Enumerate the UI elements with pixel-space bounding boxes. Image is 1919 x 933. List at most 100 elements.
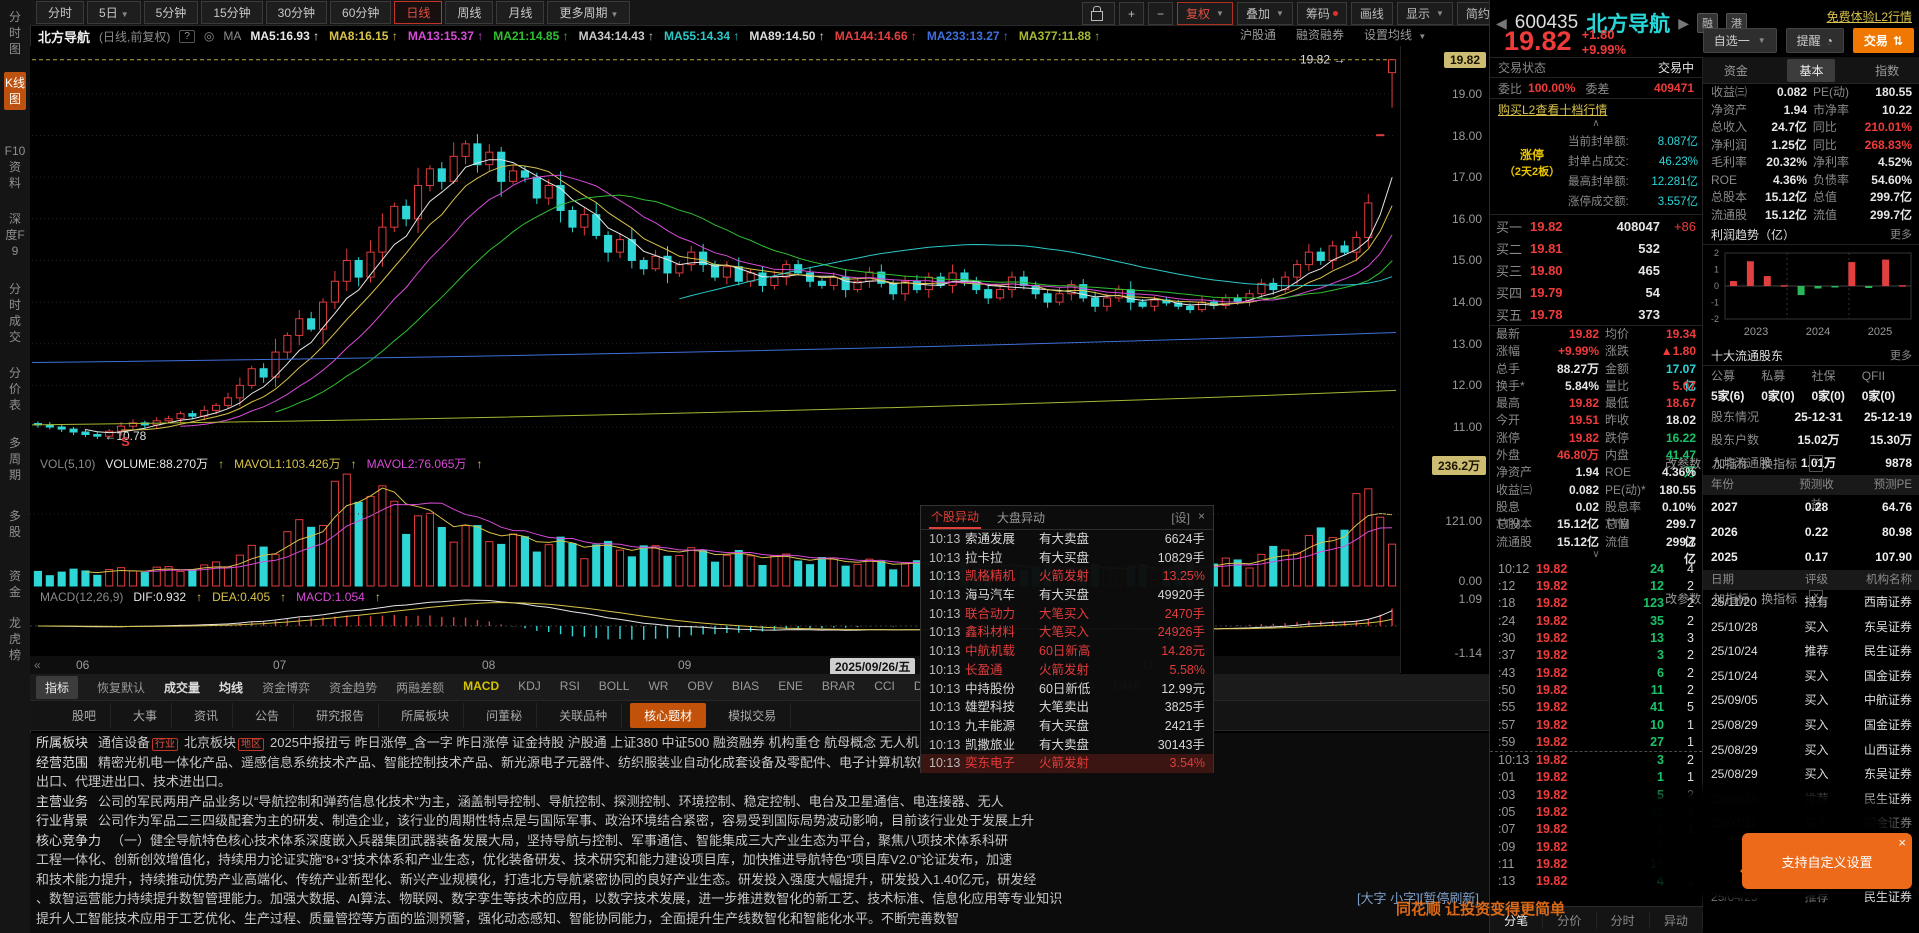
info-tab[interactable]: 核心题材: [630, 703, 707, 728]
tick-tab[interactable]: 分时: [1597, 911, 1650, 929]
indicator-tab[interactable]: MACD: [463, 679, 499, 696]
indicator-tab[interactable]: BRAR: [822, 679, 855, 696]
more-link[interactable]: 更多: [1890, 347, 1912, 363]
l2-trial-link[interactable]: 免费体验L2行情: [1827, 8, 1912, 25]
fundamental-tab[interactable]: 指数: [1863, 59, 1911, 82]
period-button[interactable]: 日线: [394, 1, 443, 24]
link-set-ma[interactable]: 设置均线 ▼: [1364, 26, 1426, 43]
info-tab[interactable]: 资讯: [180, 703, 234, 728]
f10-board[interactable]: 通信设备: [98, 735, 150, 750]
order-book-row[interactable]: 买二 19.81 532: [1490, 237, 1702, 259]
info-tab[interactable]: 问董秘: [472, 703, 538, 728]
info-tab[interactable]: 模拟交易: [714, 703, 792, 728]
tab-market-alerts[interactable]: 大盘异动: [995, 507, 1047, 528]
period-button[interactable]: 60分钟: [330, 1, 392, 24]
chart-tool-button[interactable]: +: [1119, 2, 1145, 25]
close-icon[interactable]: ×: [1809, 590, 1823, 607]
alert-row[interactable]: 10:13 凯撒旅业 有大卖盘 30143手: [921, 736, 1213, 755]
help-icon[interactable]: ?: [179, 29, 195, 43]
sidebar-item[interactable]: 分时成交: [4, 278, 26, 348]
order-book-row[interactable]: 买五 19.78 373: [1490, 303, 1702, 325]
add-indicator-button[interactable]: 加指标: [1713, 455, 1749, 472]
more-link[interactable]: 更多: [1890, 226, 1912, 242]
info-tab[interactable]: 大事: [119, 703, 173, 728]
alert-row[interactable]: 10:13 凯格精机 火箭发射 13.25%: [921, 567, 1213, 586]
f10-board[interactable]: 北京板块: [184, 735, 236, 750]
trade-button[interactable]: 交易 ⇅: [1852, 28, 1914, 53]
chart-tool-button[interactable]: −: [1148, 2, 1174, 25]
alert-row[interactable]: 10:13 联合动力 大笔买入 2470手: [921, 605, 1213, 624]
tab-stock-alerts[interactable]: 个股异动: [929, 506, 982, 529]
alert-row[interactable]: 10:13 索通发展 有大卖盘 6624手: [921, 530, 1213, 549]
next-stock-icon[interactable]: ▶: [1678, 15, 1689, 32]
period-button[interactable]: 15分钟: [201, 1, 263, 24]
buy-l2-link[interactable]: 购买L2查看十档行情: [1498, 101, 1607, 118]
alert-row[interactable]: 10:13 奕东电子 火箭发射 3.54%: [921, 754, 1213, 773]
indicator-tab[interactable]: 资金趋势: [329, 679, 377, 696]
fundamental-tab[interactable]: 基本: [1787, 58, 1836, 82]
settings-icon[interactable]: [设]: [1171, 509, 1190, 526]
indicator-tab[interactable]: CCI: [874, 679, 895, 696]
link-rongzirongquan[interactable]: 融资融券: [1296, 26, 1344, 43]
period-button[interactable]: 月线: [496, 1, 545, 24]
alert-row[interactable]: 10:13 海马汽车 有大买盘 49920手: [921, 586, 1213, 605]
indicator-tab[interactable]: ENE: [778, 679, 803, 696]
indicator-tab[interactable]: 恢复默认: [97, 679, 145, 696]
watchlist-button[interactable]: 自选一 ▼: [1702, 28, 1777, 53]
order-book-row[interactable]: 买四 19.79 54: [1490, 281, 1702, 303]
change-params-button[interactable]: 改参数: [1665, 590, 1701, 607]
sidebar-item[interactable]: 分时图: [4, 6, 26, 60]
chart-tool-button[interactable]: [1082, 2, 1115, 25]
sidebar-item[interactable]: 分价表: [4, 362, 26, 416]
period-button[interactable]: 30分钟: [265, 1, 328, 24]
alert-row[interactable]: 10:13 雄塑科技 大笔卖出 3825手: [921, 698, 1213, 717]
period-button[interactable]: 5日 ▼: [87, 1, 141, 24]
chart-tool-button[interactable]: 画线: [1350, 2, 1393, 25]
tick-tab[interactable]: 异动: [1650, 911, 1703, 929]
alert-row[interactable]: 10:13 鑫科材料 大笔买入 24926手: [921, 623, 1213, 642]
chart-tool-button[interactable]: 叠加 ▼: [1236, 2, 1293, 25]
indicator-tab[interactable]: 成交量: [164, 679, 200, 696]
change-params-button[interactable]: 改参数: [1665, 455, 1701, 472]
alert-row[interactable]: 10:13 九丰能源 有大买盘 2421手: [921, 717, 1213, 736]
close-icon[interactable]: ×: [1809, 455, 1823, 472]
info-tab[interactable]: 研究报告: [302, 703, 380, 728]
period-button[interactable]: 更多周期 ▼: [547, 1, 631, 24]
chart-tool-button[interactable]: 筹码: [1296, 2, 1347, 25]
indicator-tab[interactable]: KDJ: [518, 679, 541, 696]
indicator-tab[interactable]: WR: [648, 679, 668, 696]
indicator-tab[interactable]: 均线: [219, 679, 243, 696]
period-button[interactable]: 周线: [445, 1, 494, 24]
switch-indicator-button[interactable]: 换指标: [1761, 455, 1797, 472]
collapse-chevron-icon[interactable]: ∧: [1490, 119, 1702, 130]
sidebar-item[interactable]: K线图: [4, 72, 26, 110]
info-tab[interactable]: 所属板块: [387, 703, 465, 728]
sidebar-item[interactable]: 多周期: [4, 432, 26, 486]
close-icon[interactable]: ×: [1898, 835, 1906, 850]
sidebar-item[interactable]: 多股: [4, 505, 26, 543]
indicator-tab[interactable]: OBV: [687, 679, 712, 696]
indicator-tab[interactable]: BOLL: [599, 679, 630, 696]
info-tab[interactable]: 公告: [241, 703, 295, 728]
switch-indicator-button[interactable]: 换指标: [1761, 590, 1797, 607]
chart-tool-button[interactable]: 显示 ▼: [1396, 2, 1453, 25]
sidebar-item[interactable]: F10资料: [4, 140, 26, 194]
kline-pane[interactable]: 19.82 → ←10.78 S: [30, 46, 1400, 453]
close-icon[interactable]: ×: [1198, 509, 1205, 526]
gear-icon[interactable]: ◎: [204, 29, 214, 43]
scroll-left-icon[interactable]: «: [34, 658, 41, 672]
link-hugutong[interactable]: 沪股通: [1240, 26, 1276, 43]
period-button[interactable]: 分时: [36, 1, 85, 24]
alert-row[interactable]: 10:13 中航机载 60日新高 14.28元: [921, 642, 1213, 661]
indicator-tab[interactable]: 资金博弈: [262, 679, 310, 696]
indicator-tab[interactable]: BIAS: [732, 679, 759, 696]
info-tab[interactable]: 股吧: [58, 703, 112, 728]
sidebar-item[interactable]: 龙虎榜: [4, 612, 26, 666]
period-button[interactable]: 5分钟: [143, 1, 199, 24]
alert-row[interactable]: 10:13 拉卡拉 有大买盘 10829手: [921, 549, 1213, 568]
order-book-row[interactable]: 买三 19.80 465: [1490, 259, 1702, 281]
fundamental-tab[interactable]: 资金: [1712, 59, 1760, 82]
sidebar-item[interactable]: 资金: [4, 565, 26, 603]
indicator-tab[interactable]: 两融差额: [396, 679, 444, 696]
alert-row[interactable]: 10:13 中持股份 60日新低 12.99元: [921, 680, 1213, 699]
